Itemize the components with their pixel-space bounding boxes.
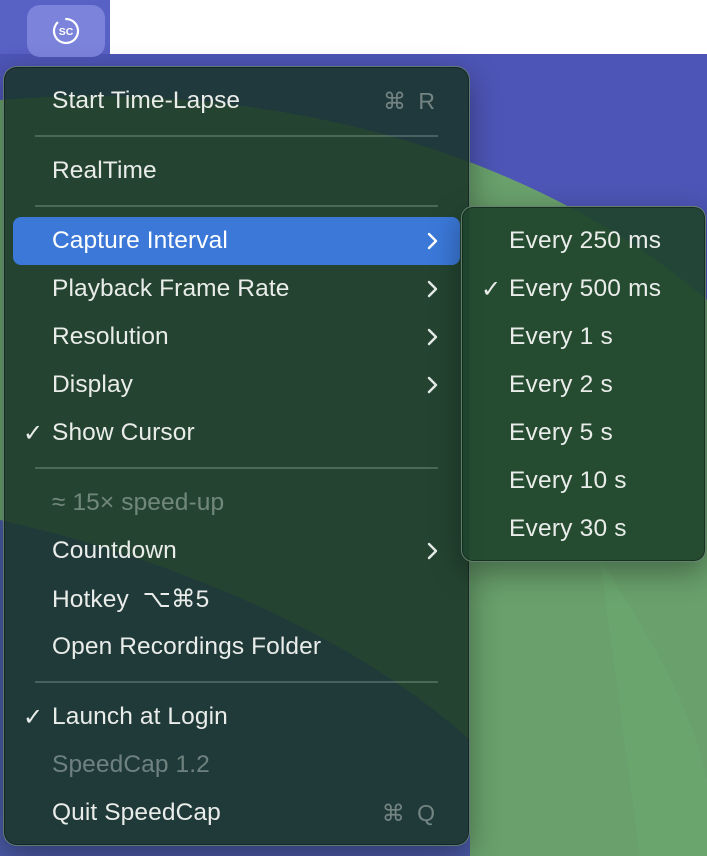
launch-at-login-label: Launch at Login [52, 703, 228, 730]
resolution-label: Resolution [52, 323, 169, 350]
menu-bar-empty-area [110, 0, 707, 54]
resolution-item[interactable]: Resolution [13, 313, 460, 361]
countdown-label: Countdown [52, 537, 177, 564]
checkmark-icon: ✓ [23, 703, 44, 731]
interval-option-label: Every 500 ms [509, 275, 662, 302]
launch-at-login-item[interactable]: ✓ Launch at Login [13, 693, 460, 741]
speedup-label: ≈ 15× speed-up [52, 489, 225, 516]
speedcap-main-menu: Start Time-Lapse ⌘ R RealTime Capture In… [3, 66, 470, 846]
menu-separator [35, 467, 438, 469]
interval-option-label: Every 1 s [509, 323, 613, 350]
playback-frame-rate-item[interactable]: Playback Frame Rate [13, 265, 460, 313]
display-item[interactable]: Display [13, 361, 460, 409]
logo-text: SC [59, 26, 74, 38]
speedup-info-item: ≈ 15× speed-up [13, 479, 460, 527]
interval-option-label: Every 30 s [509, 515, 627, 542]
open-recordings-folder-label: Open Recordings Folder [52, 633, 322, 660]
interval-option[interactable]: Every 1 s [470, 313, 697, 361]
chevron-right-icon [427, 280, 438, 298]
version-label: SpeedCap 1.2 [52, 751, 210, 778]
capture-interval-label: Capture Interval [52, 227, 228, 254]
interval-option[interactable]: Every 5 s [470, 409, 697, 457]
start-time-lapse-label: Start Time-Lapse [52, 87, 241, 114]
capture-interval-item[interactable]: Capture Interval [13, 217, 460, 265]
playback-frame-rate-label: Playback Frame Rate [52, 275, 290, 302]
interval-option-label: Every 5 s [509, 419, 613, 446]
hotkey-label: Hotkey ⌥⌘5 [52, 586, 210, 613]
checkmark-icon: ✓ [481, 275, 502, 303]
show-cursor-label: Show Cursor [52, 419, 195, 446]
interval-option[interactable]: Every 250 ms [470, 217, 697, 265]
speedcap-status-item[interactable]: SC [27, 5, 105, 57]
speedcap-logo-icon: SC [52, 17, 80, 45]
interval-option-selected[interactable]: ✓ Every 500 ms [470, 265, 697, 313]
chevron-right-icon [427, 328, 438, 346]
hotkey-item[interactable]: Hotkey ⌥⌘5 [13, 575, 460, 623]
realtime-label: RealTime [52, 157, 157, 184]
chevron-right-icon [427, 542, 438, 560]
menu-separator [35, 205, 438, 207]
realtime-item[interactable]: RealTime [13, 147, 460, 195]
checkmark-icon: ✓ [23, 419, 44, 447]
quit-item[interactable]: Quit SpeedCap ⌘ Q [13, 789, 460, 837]
capture-interval-submenu: Every 250 ms ✓ Every 500 ms Every 1 s Ev… [461, 206, 706, 562]
show-cursor-item[interactable]: ✓ Show Cursor [13, 409, 460, 457]
quit-label: Quit SpeedCap [52, 799, 221, 826]
start-time-lapse-shortcut: ⌘ R [383, 87, 438, 114]
interval-option[interactable]: Every 10 s [470, 457, 697, 505]
quit-shortcut: ⌘ Q [381, 799, 438, 826]
menu-separator [35, 135, 438, 137]
open-recordings-folder-item[interactable]: Open Recordings Folder [13, 623, 460, 671]
chevron-right-icon [427, 376, 438, 394]
interval-option-label: Every 2 s [509, 371, 613, 398]
version-item: SpeedCap 1.2 [13, 741, 460, 789]
chevron-right-icon [427, 232, 438, 250]
menu-separator [35, 681, 438, 683]
interval-option[interactable]: Every 2 s [470, 361, 697, 409]
start-time-lapse-item[interactable]: Start Time-Lapse ⌘ R [13, 77, 460, 125]
interval-option[interactable]: Every 30 s [470, 505, 697, 553]
interval-option-label: Every 250 ms [509, 227, 662, 254]
interval-option-label: Every 10 s [509, 467, 627, 494]
display-label: Display [52, 371, 134, 398]
countdown-item[interactable]: Countdown [13, 527, 460, 575]
